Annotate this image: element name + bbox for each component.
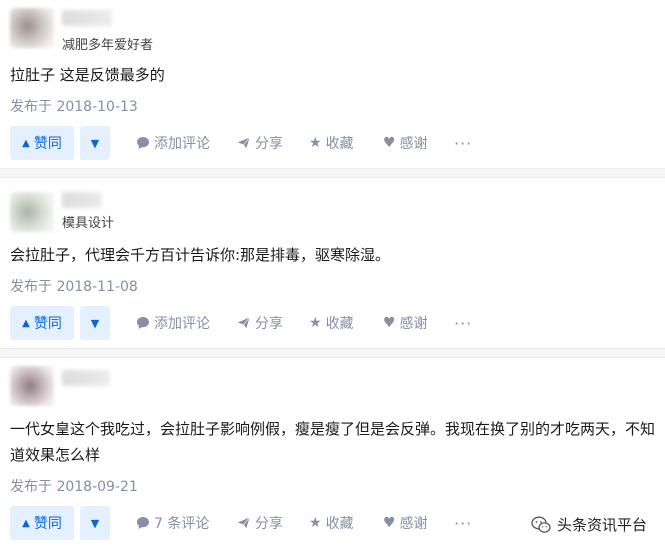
- paper-plane-icon: [236, 316, 251, 330]
- publish-date: 发布于 2018-11-08: [10, 279, 138, 295]
- vote-up-button[interactable]: ▲ 赞同: [10, 126, 74, 160]
- ellipsis-icon: ···: [454, 133, 473, 153]
- heart-icon: ♥: [383, 135, 396, 151]
- watermark-text: 头条资讯平台: [556, 516, 647, 534]
- ellipsis-icon: ···: [454, 513, 473, 533]
- author-name[interactable]: [62, 370, 110, 386]
- answer-divider: [0, 168, 665, 178]
- share-button[interactable]: 分享: [236, 506, 283, 540]
- comment-label: 添加评论: [154, 316, 210, 332]
- paper-plane-icon: [236, 136, 251, 150]
- comment-button[interactable]: 添加评论: [136, 126, 210, 160]
- author-headline: 模具设计: [62, 216, 115, 231]
- triangle-down-icon: ▼: [90, 136, 100, 150]
- share-label: 分享: [255, 316, 283, 332]
- comment-label: 7 条评论: [154, 516, 210, 532]
- answer-content: 会拉肚子，代理会千方百计告诉你:那是排毒，驱寒除湿。: [10, 246, 391, 264]
- star-icon: ★: [309, 515, 322, 531]
- author-headline: 减肥多年爱好者: [62, 38, 154, 53]
- more-button[interactable]: ···: [454, 506, 472, 540]
- vote-down-button[interactable]: ▼: [80, 306, 110, 340]
- answer-divider: [0, 348, 665, 358]
- author-name[interactable]: [62, 192, 102, 208]
- heart-icon: ♥: [383, 315, 396, 331]
- comment-bubble-icon: [137, 137, 149, 149]
- thanks-button[interactable]: ♥ 感谢: [383, 306, 428, 340]
- triangle-down-icon: ▼: [90, 516, 100, 530]
- action-bar: ▲ 赞同 ▼ 添加评论 分享 ★ 收藏 ♥ 感谢 ···: [10, 306, 655, 340]
- triangle-up-icon: ▲: [22, 517, 30, 529]
- thanks-label: 感谢: [399, 136, 428, 152]
- answer-content: 一代女皇这个我吃过，会拉肚子影响例假，瘦是瘦了但是会反弹。我现在换了别的才吃两天…: [10, 420, 656, 464]
- avatar[interactable]: [10, 366, 54, 406]
- comment-bubble-icon: [137, 517, 149, 529]
- wechat-icon: [531, 516, 551, 534]
- vote-down-button[interactable]: ▼: [80, 126, 110, 160]
- answer-content: 拉肚子 这是反馈最多的: [10, 66, 165, 84]
- action-bar: ▲ 赞同 ▼ 添加评论 分享 ★ 收藏 ♥ 感谢 ···: [10, 126, 655, 160]
- publish-date: 发布于 2018-10-13: [10, 99, 138, 115]
- ellipsis-icon: ···: [454, 313, 473, 333]
- vote-up-label: 赞同: [33, 136, 62, 152]
- share-label: 分享: [255, 516, 283, 532]
- author-name[interactable]: [62, 10, 112, 26]
- comment-button[interactable]: 7 条评论: [136, 506, 209, 540]
- answer-card: 减肥多年爱好者 拉肚子 这是反馈最多的 发布于 2018-10-13 ▲ 赞同 …: [0, 0, 665, 170]
- publish-date: 发布于 2018-09-21: [10, 479, 138, 495]
- thanks-label: 感谢: [399, 516, 428, 532]
- collect-button[interactable]: ★ 收藏: [309, 506, 354, 540]
- watermark: 头条资讯平台: [531, 514, 647, 535]
- heart-icon: ♥: [383, 515, 396, 531]
- vote-up-button[interactable]: ▲ 赞同: [10, 506, 74, 540]
- vote-up-button[interactable]: ▲ 赞同: [10, 306, 74, 340]
- avatar[interactable]: [10, 8, 54, 48]
- share-button[interactable]: 分享: [236, 306, 283, 340]
- triangle-up-icon: ▲: [22, 137, 30, 149]
- triangle-down-icon: ▼: [90, 316, 100, 330]
- vote-up-label: 赞同: [33, 316, 62, 332]
- collect-button[interactable]: ★ 收藏: [309, 126, 354, 160]
- collect-button[interactable]: ★ 收藏: [309, 306, 354, 340]
- vote-down-button[interactable]: ▼: [80, 506, 110, 540]
- star-icon: ★: [309, 135, 322, 151]
- vote-up-label: 赞同: [33, 516, 62, 532]
- star-icon: ★: [309, 315, 322, 331]
- thanks-label: 感谢: [399, 316, 428, 332]
- avatar[interactable]: [10, 192, 54, 232]
- more-button[interactable]: ···: [454, 126, 472, 160]
- comment-button[interactable]: 添加评论: [136, 306, 210, 340]
- collect-label: 收藏: [325, 516, 354, 532]
- share-label: 分享: [255, 136, 283, 152]
- answer-card: 模具设计 会拉肚子，代理会千方百计告诉你:那是排毒，驱寒除湿。 发布于 2018…: [0, 178, 665, 348]
- comment-label: 添加评论: [154, 136, 210, 152]
- comment-bubble-icon: [137, 317, 149, 329]
- more-button[interactable]: ···: [454, 306, 472, 340]
- collect-label: 收藏: [325, 316, 354, 332]
- collect-label: 收藏: [325, 136, 354, 152]
- triangle-up-icon: ▲: [22, 317, 30, 329]
- share-button[interactable]: 分享: [236, 126, 283, 160]
- thanks-button[interactable]: ♥ 感谢: [383, 126, 428, 160]
- thanks-button[interactable]: ♥ 感谢: [383, 506, 428, 540]
- paper-plane-icon: [236, 516, 251, 530]
